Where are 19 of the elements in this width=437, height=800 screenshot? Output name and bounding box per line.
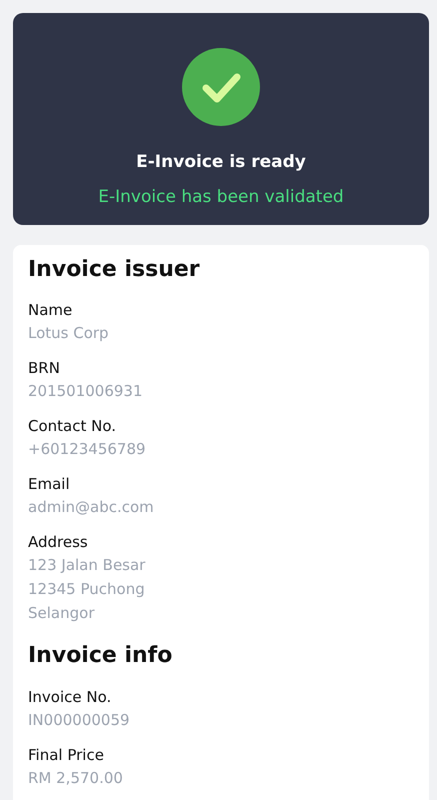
section-title: Invoice issuer [28,257,201,284]
field-label: Address [28,532,89,554]
field-label: Contact No. [28,416,118,438]
field-label: BRN [28,358,61,380]
field-label: Invoice No. [28,686,112,708]
status-message: E-Invoice has been validated [98,187,344,207]
field-value: 123 Jalan Besar 12345 Puchong Selangor [28,555,146,624]
section-title: Invoice info [28,643,174,670]
field-value: Lotus Corp [28,323,110,344]
field-label: Email [28,474,71,496]
field-value: IN000000059 [28,710,131,731]
field-value: admin@abc.com [28,497,155,518]
field-label: Final Price [28,744,105,766]
field-value: 201501006931 [28,381,144,402]
status-title: E-Invoice is ready [136,152,306,172]
check-icon [182,48,260,126]
field-value: RM 2,570.00 [28,768,124,789]
field-value: +60123456789 [28,439,147,460]
field-label: Name [28,300,74,322]
